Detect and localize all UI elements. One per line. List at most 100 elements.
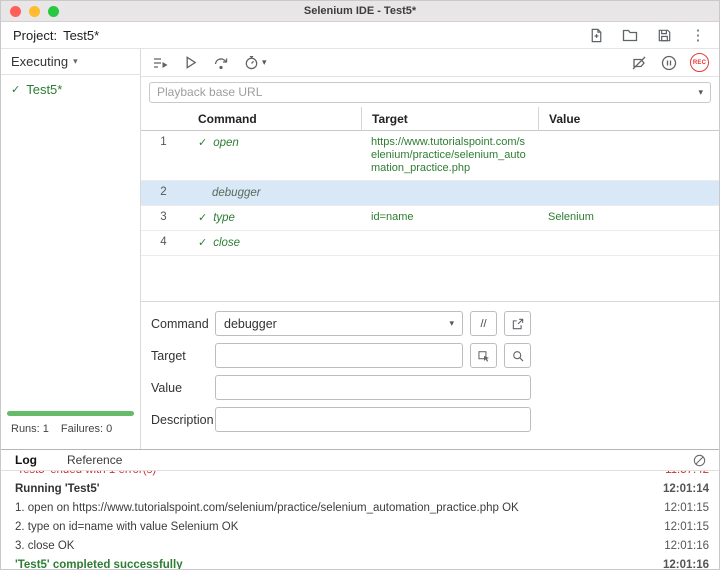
project-label: Project:: [13, 28, 57, 43]
target-cell: [361, 231, 538, 255]
window-title: Selenium IDE - Test5*: [304, 5, 416, 17]
search-icon[interactable]: [504, 343, 531, 368]
table-row[interactable]: 4 ✓ close: [141, 231, 719, 256]
value-cell: [538, 181, 719, 205]
open-project-icon[interactable]: [621, 26, 639, 44]
open-reference-icon[interactable]: [504, 311, 531, 336]
window-controls: [10, 6, 59, 17]
log-text: 2. type on id=name with value Selenium O…: [15, 518, 250, 537]
playback-toolbar: ▾ REC: [141, 49, 719, 77]
command-cell: debugger: [212, 186, 261, 200]
log-entry: 'Test5' completed successfully 12:01:16: [15, 556, 719, 570]
run-current-test-icon[interactable]: [182, 54, 199, 71]
test-name: Test5*: [26, 82, 62, 97]
row-number: 3: [141, 206, 186, 230]
row-number: 2: [141, 181, 186, 205]
run-all-tests-icon[interactable]: [151, 54, 169, 72]
new-test-icon[interactable]: [587, 26, 605, 44]
value-cell: [538, 231, 719, 255]
target-cell: https://www.tutorialspoint.com/selenium/…: [361, 131, 538, 180]
log-timestamp: 12:01:14: [663, 480, 719, 499]
chevron-down-icon: ▾: [262, 57, 267, 68]
test-list-dropdown[interactable]: Executing ▾: [1, 49, 140, 75]
step-over-icon[interactable]: [212, 54, 230, 72]
titlebar: Selenium IDE - Test5*: [1, 1, 719, 22]
save-project-icon[interactable]: [655, 26, 673, 44]
chevron-down-icon[interactable]: ▾: [698, 87, 703, 98]
command-table-header: Command Target Value: [141, 107, 719, 131]
target-cell: id=name: [361, 206, 538, 230]
project-header: Project: Test5* ⋮: [1, 22, 719, 48]
value-field-label: Value: [151, 381, 215, 395]
log-text: 1. open on https://www.tutorialspoint.co…: [15, 499, 531, 518]
command-table: 1 ✓ open https://www.tutorialspoint.com/…: [141, 131, 719, 301]
chevron-down-icon: ▾: [73, 56, 78, 67]
log-timestamp: 11:57:42: [665, 471, 719, 480]
pause-on-exceptions-icon[interactable]: [660, 54, 678, 72]
target-input[interactable]: [215, 343, 463, 368]
chevron-down-icon: ▾: [449, 318, 454, 329]
description-field-label: Description: [151, 413, 215, 427]
log-timestamp: 12:01:15: [664, 499, 719, 518]
log-entry: Running 'Test5' 12:01:14: [15, 480, 719, 499]
close-window-button[interactable]: [10, 6, 21, 17]
command-cell: type: [213, 211, 235, 225]
step-passed-check-icon: ✓: [198, 236, 207, 250]
step-passed-check-icon: ✓: [198, 136, 207, 150]
command-field-label: Command: [151, 317, 215, 331]
record-button[interactable]: REC: [690, 53, 709, 72]
runs-count: Runs: 1: [11, 423, 49, 435]
table-row-selected[interactable]: 2 debugger: [141, 181, 719, 206]
row-number: 1: [141, 131, 186, 180]
target-field-label: Target: [151, 349, 215, 363]
command-cell: open: [213, 136, 239, 150]
log-entry: 2. type on id=name with value Selenium O…: [15, 518, 719, 537]
command-select-value: debugger: [224, 317, 277, 331]
log-panel: Log Reference 'Test5' ended with 1 error…: [1, 449, 719, 570]
test-passed-check-icon: ✓: [11, 83, 20, 97]
column-value: Value: [538, 107, 719, 131]
playback-base-url-input[interactable]: [157, 85, 698, 99]
log-timestamp: 12:01:16: [663, 556, 719, 570]
step-passed-check-icon: ✓: [198, 211, 207, 225]
value-cell: Selenium: [538, 206, 719, 230]
column-target: Target: [361, 107, 538, 131]
log-tabs: Log Reference: [1, 450, 719, 471]
tests-sidebar: Executing ▾ ✓ Test5* Runs: 1 Failures: 0: [1, 49, 141, 449]
comment-toggle-button[interactable]: //: [470, 311, 497, 336]
tab-reference[interactable]: Reference: [67, 453, 122, 467]
log-text: Running 'Test5': [15, 480, 111, 499]
log-timestamp: 12:01:16: [664, 537, 719, 556]
step-editor: Command debugger ▾ // Target: [141, 301, 719, 449]
selenium-ide-window: Selenium IDE - Test5* Project: Test5* ⋮ …: [0, 0, 720, 570]
project-name: Test5*: [63, 28, 99, 43]
tab-log[interactable]: Log: [15, 453, 37, 467]
log-entry: 3. close OK 12:01:16: [15, 537, 719, 556]
minimize-window-button[interactable]: [29, 6, 40, 17]
log-text: 'Test5' completed successfully: [15, 556, 195, 570]
clear-log-icon[interactable]: [692, 453, 707, 468]
sidebar-item-test5[interactable]: ✓ Test5*: [1, 75, 140, 104]
maximize-window-button[interactable]: [48, 6, 59, 17]
more-options-icon[interactable]: ⋮: [689, 26, 707, 44]
column-command: Command: [186, 107, 361, 131]
value-input[interactable]: [215, 375, 531, 400]
table-row[interactable]: 3 ✓ type id=name Selenium: [141, 206, 719, 231]
description-input[interactable]: [215, 407, 531, 432]
playback-base-url-field[interactable]: ▾: [149, 82, 711, 103]
value-cell: [538, 131, 719, 180]
disable-breakpoints-icon[interactable]: [630, 54, 648, 72]
select-target-icon[interactable]: [470, 343, 497, 368]
log-text: 3. close OK: [15, 537, 86, 556]
target-cell: [361, 181, 538, 205]
command-select[interactable]: debugger ▾: [215, 311, 463, 336]
row-number: 4: [141, 231, 186, 255]
row-number-column: [141, 107, 186, 131]
failures-count: Failures: 0: [61, 423, 112, 435]
test-speed-control[interactable]: ▾: [243, 54, 267, 71]
command-cell: close: [213, 236, 240, 250]
log-entry: 1. open on https://www.tutorialspoint.co…: [15, 499, 719, 518]
log-entry: 'Test5' ended with 1 error(s) 11:57:42: [15, 471, 719, 480]
test-list-mode: Executing: [11, 54, 68, 69]
table-row[interactable]: 1 ✓ open https://www.tutorialspoint.com/…: [141, 131, 719, 181]
